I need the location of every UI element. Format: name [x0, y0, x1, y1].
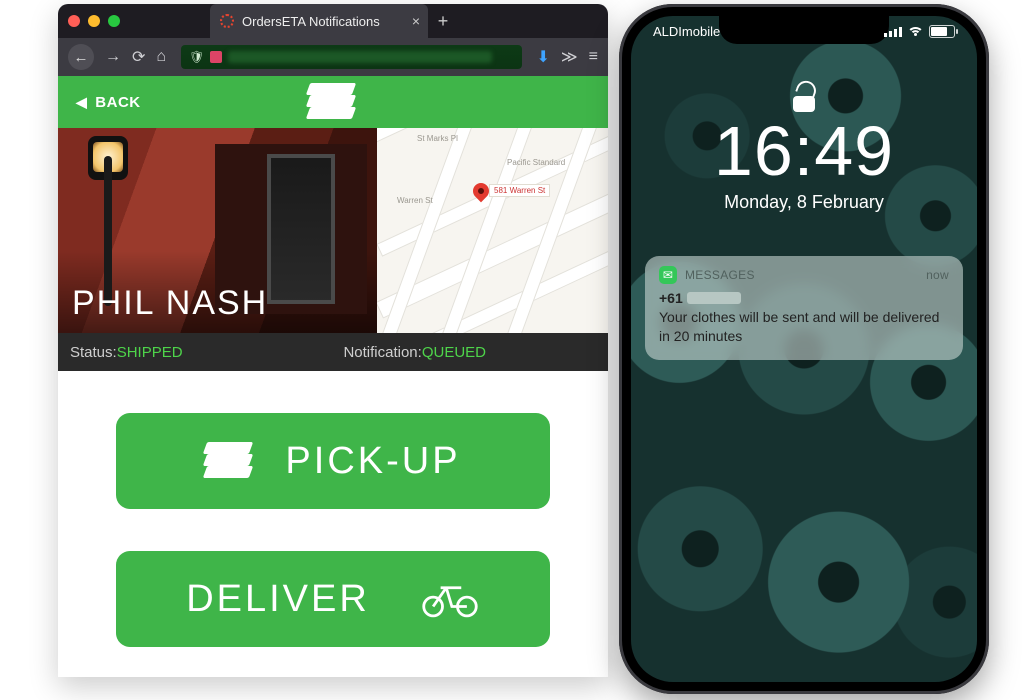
- nav-reload-button[interactable]: ⟳: [132, 47, 145, 67]
- menu-icon[interactable]: ≡: [589, 48, 598, 66]
- deliver-button[interactable]: DELIVER: [116, 551, 550, 647]
- browser-tab[interactable]: OrdersETA Notifications ×: [210, 4, 428, 38]
- streetlamp-graphic: [70, 136, 140, 306]
- nav-forward-button[interactable]: →: [105, 48, 121, 66]
- order-map[interactable]: St Marks Pl Warren St Pacific Standard 5…: [377, 128, 608, 333]
- order-actions: PICK-UP DELIVER: [58, 371, 608, 677]
- notification-label: Notification:: [343, 344, 421, 361]
- app-logo: [308, 83, 358, 121]
- order-status-bar: Status: SHIPPED Notification: QUEUED: [58, 333, 608, 371]
- app-header: ◀ BACK: [58, 76, 608, 128]
- tab-close-icon[interactable]: ×: [412, 13, 420, 29]
- customer-name: PHIL NASH: [72, 284, 268, 323]
- map-pin-label: 581 Warren St: [489, 184, 550, 197]
- back-label: BACK: [95, 94, 140, 111]
- laundry-stack-icon: [205, 442, 255, 480]
- overflow-icon[interactable]: ≫: [561, 47, 578, 67]
- pickup-label: PICK-UP: [285, 440, 460, 483]
- new-tab-button[interactable]: +: [428, 11, 458, 32]
- redacted-number: [687, 292, 741, 304]
- status-label: Status:: [70, 344, 117, 361]
- lock-time: 16:49: [631, 116, 977, 186]
- nav-home-button[interactable]: ⌂: [156, 48, 166, 66]
- notification-value: QUEUED: [422, 344, 486, 361]
- pickup-button[interactable]: PICK-UP: [116, 413, 550, 509]
- browser-window: OrdersETA Notifications × + ← → ⟳ ⌂ 🛡 ⬇ …: [58, 4, 608, 677]
- window-close-button[interactable]: [68, 15, 80, 27]
- window-zoom-button[interactable]: [108, 15, 120, 27]
- back-button[interactable]: ◀ BACK: [76, 94, 141, 111]
- lock-date: Monday, 8 February: [631, 192, 977, 213]
- phone-status-bar: ALDImobile: [631, 24, 977, 39]
- notification-timestamp: now: [926, 268, 949, 282]
- status-value: SHIPPED: [117, 344, 183, 361]
- tab-title: OrdersETA Notifications: [242, 14, 380, 29]
- lock-icon: [210, 51, 222, 63]
- battery-icon: [929, 25, 955, 38]
- notification-app-name: MESSAGES: [685, 268, 755, 282]
- downloads-icon[interactable]: ⬇: [537, 47, 550, 67]
- deliver-label: DELIVER: [186, 578, 370, 621]
- order-media-row: PHIL NASH St Marks Pl Warren St Pacific …: [58, 128, 608, 333]
- carrier-label: ALDImobile: [653, 24, 720, 39]
- tab-favicon: [220, 14, 234, 28]
- customer-photo: PHIL NASH: [58, 128, 377, 333]
- notification-card[interactable]: ✉ MESSAGES now +61 Your clothes will be …: [645, 256, 963, 360]
- messages-app-icon: ✉: [659, 266, 677, 284]
- bicycle-icon: [420, 579, 480, 619]
- nav-back-button[interactable]: ←: [68, 44, 94, 70]
- phone-lockscreen[interactable]: ALDImobile 16:49 Monday, 8 February ✉ ME…: [631, 16, 977, 682]
- browser-tab-strip: OrdersETA Notifications × +: [58, 4, 608, 38]
- shield-icon: 🛡: [189, 50, 204, 64]
- lock-clock-area: 16:49 Monday, 8 February: [631, 86, 977, 213]
- browser-toolbar: ← → ⟳ ⌂ 🛡 ⬇ ≫ ≡: [58, 38, 608, 76]
- window-minimize-button[interactable]: [88, 15, 100, 27]
- notification-sender: +61: [659, 290, 683, 306]
- phone-device: ALDImobile 16:49 Monday, 8 February ✉ ME…: [619, 4, 989, 694]
- notification-body: Your clothes will be sent and will be de…: [659, 308, 949, 346]
- wifi-icon: [908, 24, 923, 39]
- address-bar[interactable]: 🛡: [181, 45, 521, 69]
- padlock-icon: [791, 86, 817, 112]
- url-text: [228, 51, 491, 63]
- caret-left-icon: ◀: [76, 94, 87, 111]
- signal-icon: [884, 27, 902, 37]
